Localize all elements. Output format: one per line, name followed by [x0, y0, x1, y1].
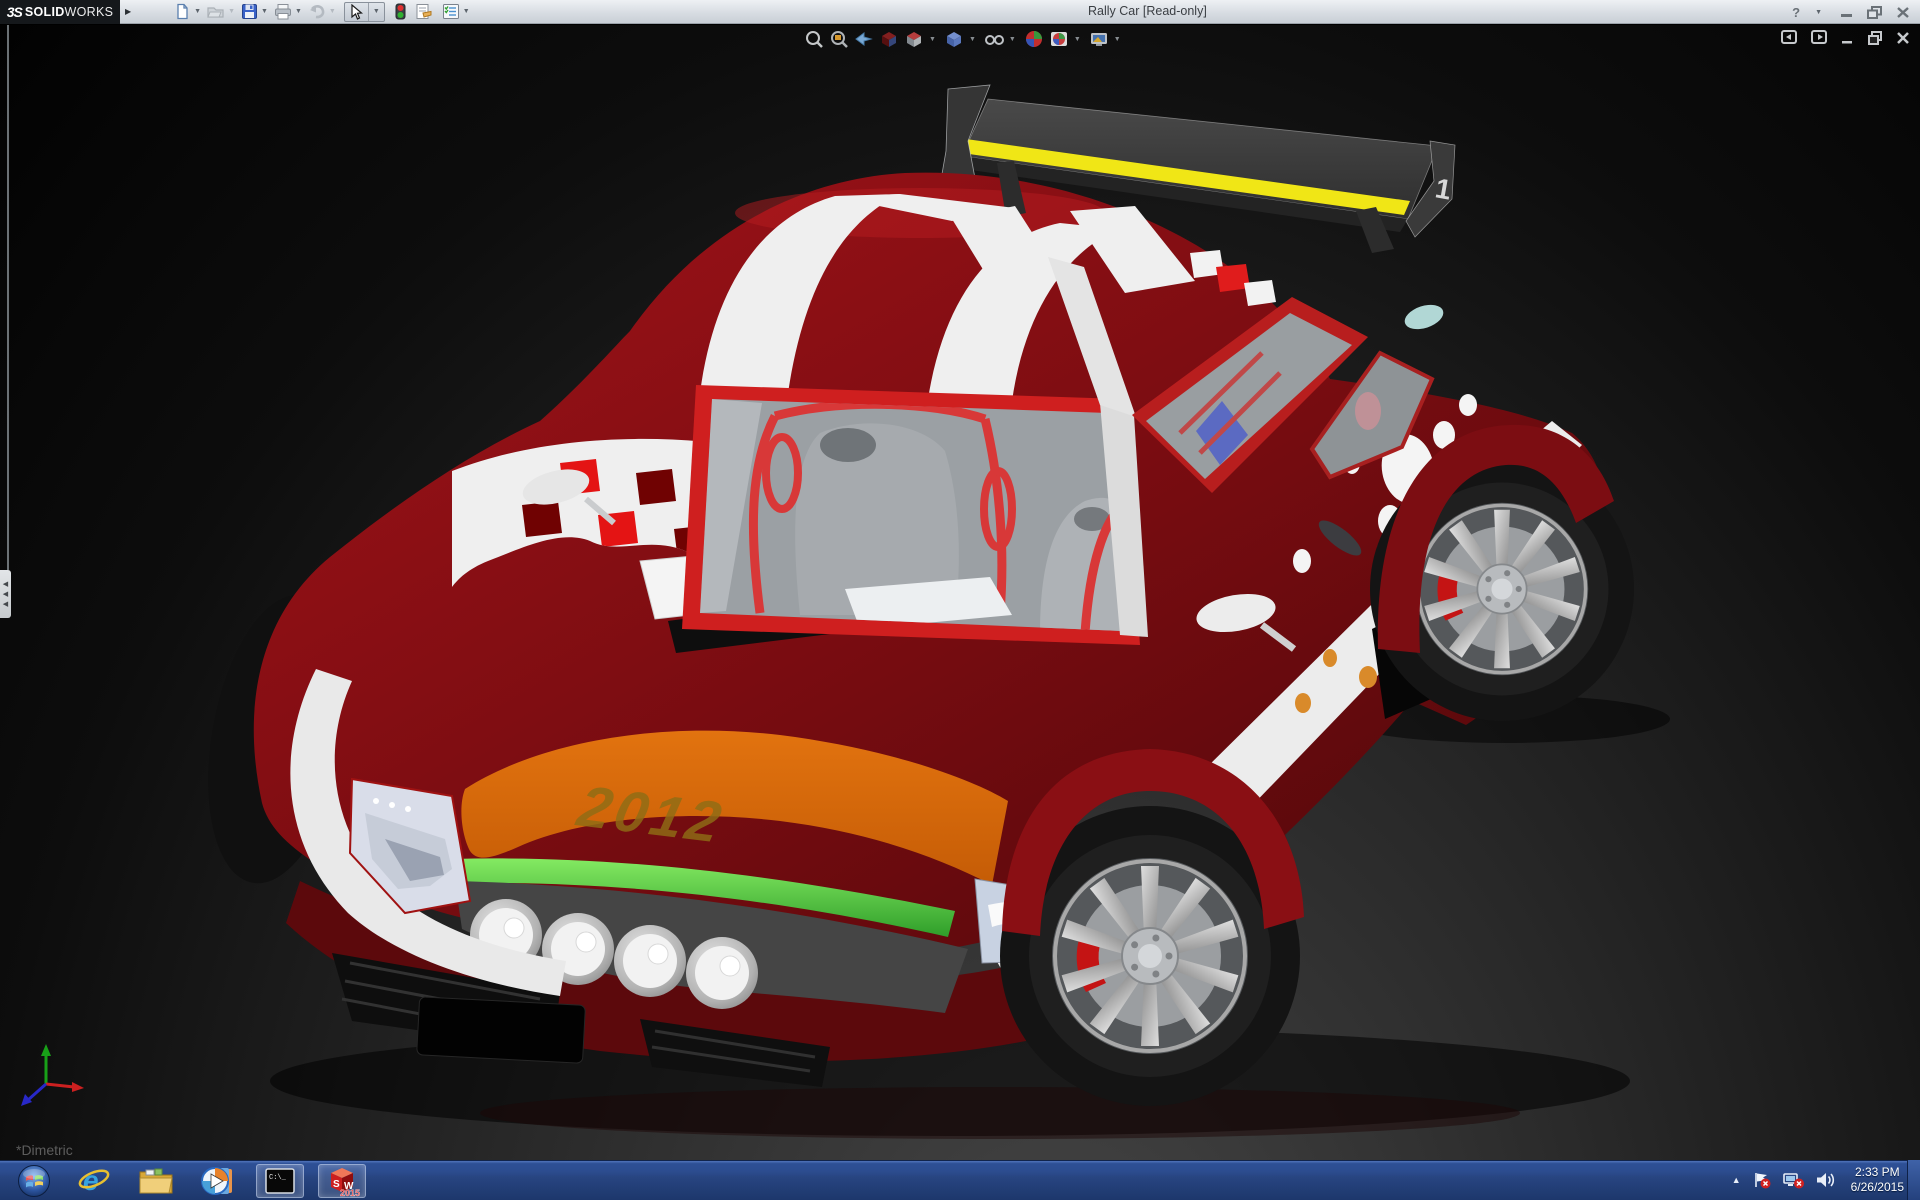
expand-pane-right-icon[interactable]	[1811, 30, 1828, 45]
view-settings-icon[interactable]	[1089, 29, 1109, 49]
apply-scene-icon[interactable]	[1049, 29, 1069, 49]
solidworks-2015-button[interactable]: S W 2015	[318, 1164, 366, 1198]
collapse-pane-left-icon[interactable]	[1781, 30, 1798, 45]
orientation-triad	[12, 1040, 92, 1118]
logo-mark: 3S	[7, 4, 22, 20]
volume-icon[interactable]	[1816, 1171, 1836, 1189]
license-plate	[417, 997, 586, 1064]
view-orientation-icon[interactable]	[904, 29, 924, 49]
feature-manager-collapsed-tab[interactable]: ◀◀◀	[0, 570, 11, 618]
open-button[interactable]	[206, 2, 226, 21]
c-pillar-decal	[1402, 300, 1447, 333]
minimize-button[interactable]	[1840, 6, 1854, 18]
rebuild-button[interactable]	[394, 2, 407, 21]
show-desktop-button[interactable]	[1907, 1160, 1920, 1200]
y-axis-arrow	[41, 1044, 51, 1056]
restore-button[interactable]	[1867, 6, 1883, 19]
clock-date: 6/26/2015	[1851, 1180, 1904, 1195]
windows-explorer-icon[interactable]	[132, 1164, 180, 1198]
print-dropdown[interactable]: ▼	[295, 8, 302, 15]
save-dropdown[interactable]: ▼	[261, 8, 268, 15]
zoom-to-area-icon[interactable]	[829, 29, 849, 49]
standard-toolbar: ▼ ▼ ▼ ▼ ▼ ▼	[173, 2, 475, 22]
select-dropdown[interactable]: ▼	[373, 8, 380, 15]
select-tool-group: ▼	[344, 2, 385, 22]
clock[interactable]: 2:33 PM 6/26/2015	[1851, 1165, 1904, 1195]
taskbar: e C:\_ S W 2015	[0, 1160, 1920, 1200]
help-button[interactable]: ?	[1792, 5, 1800, 20]
z-axis-arrow	[21, 1094, 32, 1106]
new-document-button[interactable]	[173, 2, 192, 21]
view-orientation-label: *Dimetric	[16, 1142, 73, 1158]
select-button[interactable]	[345, 3, 368, 21]
hide-show-items-icon[interactable]	[984, 29, 1004, 49]
print-button[interactable]	[273, 2, 293, 21]
options-button[interactable]	[441, 2, 461, 21]
graphics-viewport[interactable]: 1	[0, 25, 1920, 1160]
sw-icon-year: 2015	[340, 1188, 360, 1197]
windshield	[682, 385, 1140, 645]
svg-text:e: e	[83, 1165, 99, 1196]
section-view-icon[interactable]	[879, 29, 899, 49]
sw-icon-s: S	[333, 1179, 340, 1190]
menu-expand-arrow[interactable]: ▶	[125, 7, 131, 16]
solidworks-logo: 3S SOLIDWORKS	[0, 0, 120, 24]
internet-explorer-icon[interactable]: e	[70, 1164, 118, 1198]
rally-car-model[interactable]: 1	[0, 25, 1920, 1160]
undo-dropdown[interactable]: ▼	[329, 8, 336, 15]
new-document-dropdown[interactable]: ▼	[194, 8, 201, 15]
network-status-icon[interactable]	[1783, 1171, 1805, 1189]
document-window-controls	[1781, 30, 1910, 45]
screen: 1	[0, 0, 1920, 1200]
media-player-icon[interactable]	[194, 1164, 242, 1198]
heads-up-view-toolbar: ▼ ▼ ▼ ▼ ▼	[804, 29, 1124, 49]
close-button[interactable]	[1896, 6, 1910, 19]
system-tray: ▲ 2:33 PM 6/26/2015	[1732, 1160, 1904, 1200]
x-axis-arrow	[72, 1082, 84, 1092]
previous-view-icon[interactable]	[854, 29, 874, 49]
options-dropdown[interactable]: ▼	[463, 8, 470, 15]
undo-button[interactable]	[307, 2, 327, 21]
command-prompt-button[interactable]: C:\_	[256, 1164, 304, 1198]
action-center-icon[interactable]	[1752, 1171, 1772, 1189]
doc-restore-icon[interactable]	[1868, 31, 1883, 45]
display-style-icon[interactable]	[944, 29, 964, 49]
hidden-icons-button[interactable]: ▲	[1732, 1175, 1741, 1185]
start-button[interactable]	[12, 1164, 56, 1198]
title-bar: 3S SOLIDWORKS ▶ ▼ ▼ ▼ ▼ ▼	[0, 0, 1920, 24]
clock-time: 2:33 PM	[1851, 1165, 1904, 1180]
window-title: Rally Car [Read-only]	[1088, 4, 1207, 18]
doc-minimize-icon[interactable]	[1841, 31, 1855, 45]
edit-appearance-icon[interactable]	[1024, 29, 1044, 49]
doc-close-icon[interactable]	[1896, 31, 1910, 45]
file-properties-button[interactable]	[414, 2, 434, 21]
window-controls: ? ▼	[1792, 0, 1910, 24]
help-dropdown[interactable]: ▼	[1815, 9, 1822, 16]
feature-manager-splitter	[7, 25, 9, 570]
zoom-to-fit-icon[interactable]	[804, 29, 824, 49]
open-dropdown[interactable]: ▼	[228, 8, 235, 15]
cmd-icon-text: C:\_	[269, 1174, 287, 1182]
save-button[interactable]	[240, 2, 259, 21]
